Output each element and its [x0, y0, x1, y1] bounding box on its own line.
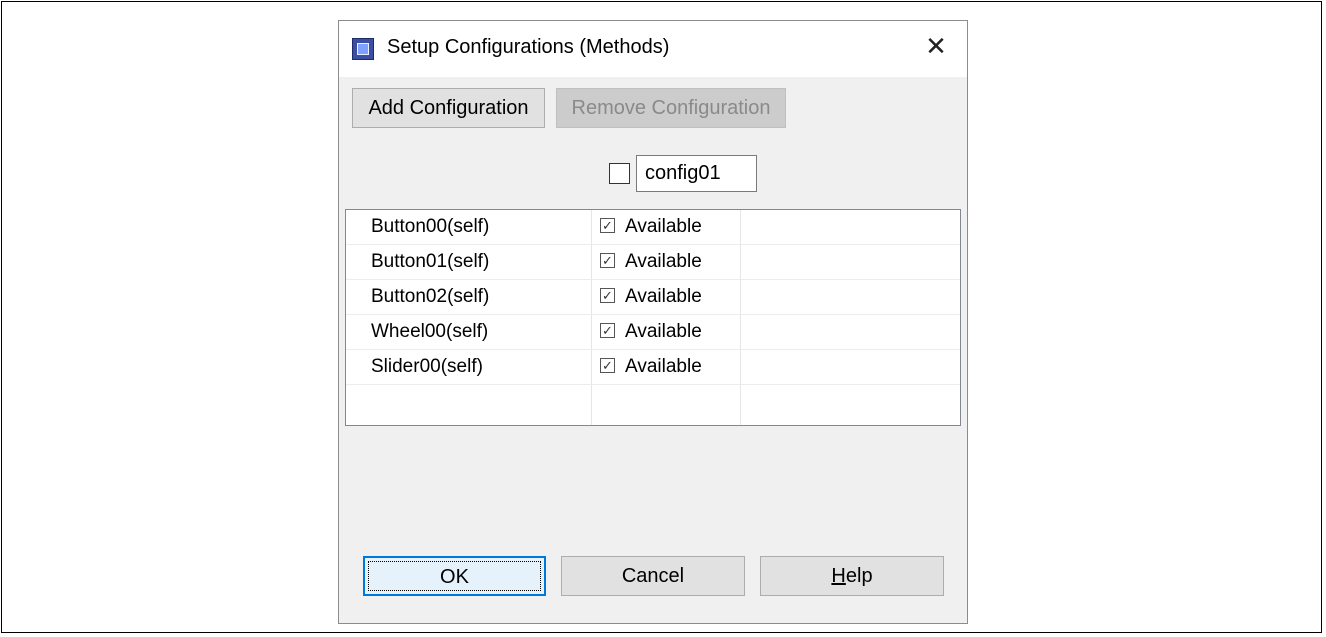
method-name: Wheel00(self)	[371, 321, 489, 342]
available-checkbox[interactable]: ✓	[600, 218, 615, 233]
help-button[interactable]: Help	[760, 556, 944, 596]
available-label: Available	[625, 286, 702, 307]
method-name: Slider00(self)	[371, 356, 483, 377]
available-checkbox[interactable]: ✓	[600, 323, 615, 338]
available-label: Available	[625, 356, 702, 377]
app-icon	[352, 38, 374, 60]
available-label: Available	[625, 216, 702, 237]
method-name: Button02(self)	[371, 286, 490, 307]
method-name: Button01(self)	[371, 251, 490, 272]
method-name: Button00(self)	[371, 216, 490, 237]
table-row[interactable]: Button02(self) ✓ Available	[346, 280, 960, 315]
help-label-rest: elp	[845, 565, 873, 587]
available-checkbox[interactable]: ✓	[600, 253, 615, 268]
help-mnemonic: H	[831, 565, 846, 587]
table-row[interactable]: Slider00(self) ✓ Available	[346, 350, 960, 385]
table-row[interactable]: Button00(self) ✓ Available	[346, 210, 960, 245]
table-row[interactable]: Button01(self) ✓ Available	[346, 245, 960, 280]
config-checkbox[interactable]	[609, 163, 630, 184]
empty-table-row	[346, 385, 960, 420]
methods-table: Button00(self) ✓ Available Button01(self…	[345, 209, 961, 426]
available-checkbox[interactable]: ✓	[600, 288, 615, 303]
available-label: Available	[625, 251, 702, 272]
title-bar: Setup Configurations (Methods) ✕	[339, 21, 967, 77]
config-name-field[interactable]: config01	[636, 155, 757, 192]
cancel-button[interactable]: Cancel	[561, 556, 745, 596]
setup-configurations-dialog: Setup Configurations (Methods) ✕ Add Con…	[338, 20, 968, 624]
add-configuration-button[interactable]: Add Configuration	[352, 88, 545, 128]
remove-configuration-button[interactable]: Remove Configuration	[556, 88, 786, 128]
ok-button[interactable]: OK	[363, 556, 546, 596]
close-icon[interactable]: ✕	[921, 31, 951, 61]
dialog-title: Setup Configurations (Methods)	[387, 36, 670, 58]
table-row[interactable]: Wheel00(self) ✓ Available	[346, 315, 960, 350]
available-label: Available	[625, 321, 702, 342]
available-checkbox[interactable]: ✓	[600, 358, 615, 373]
